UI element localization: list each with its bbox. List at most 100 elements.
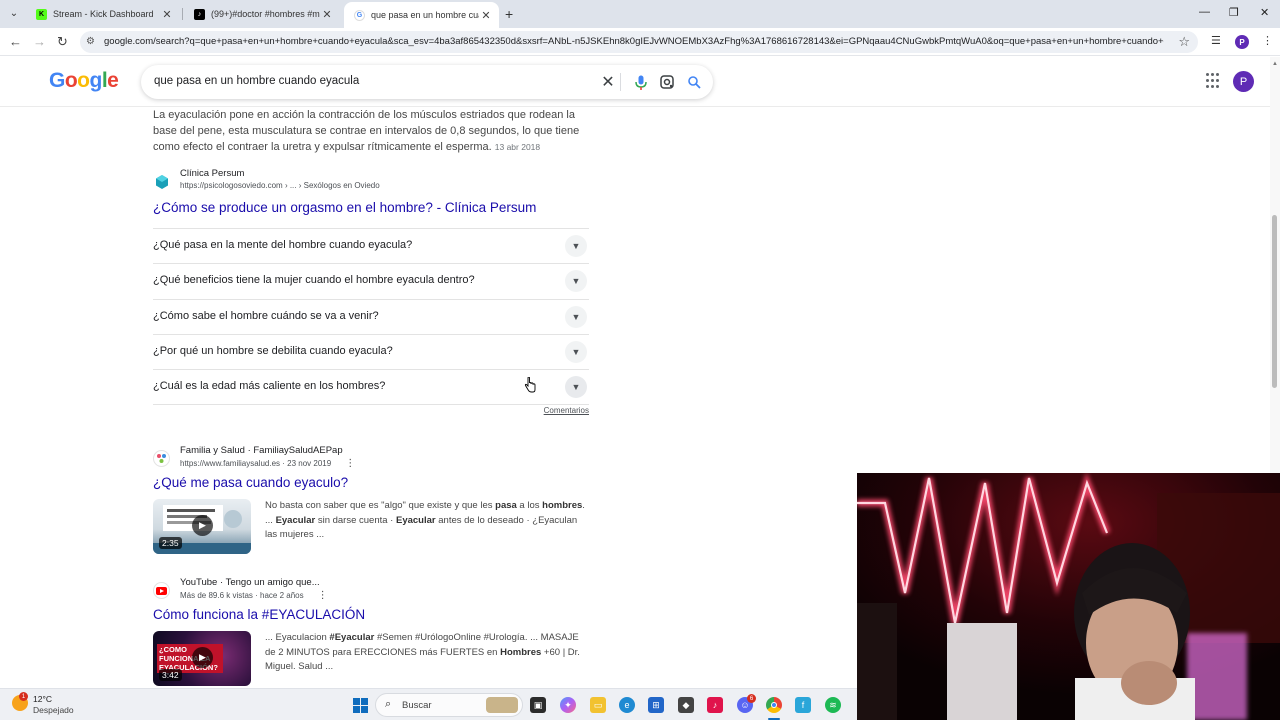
video-duration: 3:42 bbox=[159, 669, 182, 682]
scroll-up-arrow-icon[interactable]: ▲ bbox=[1272, 61, 1278, 67]
new-tab-plus-icon[interactable]: + bbox=[505, 6, 513, 22]
close-tab-icon[interactable]: ✕ bbox=[320, 8, 334, 21]
result-link[interactable]: Cómo funciona la #EYACULACIÓN bbox=[153, 606, 589, 624]
result-source[interactable]: Familia y Salud · FamiliaySaludAEPap htt… bbox=[153, 445, 589, 471]
google-apps-icon[interactable] bbox=[1206, 73, 1222, 89]
forward-arrow-icon[interactable]: → bbox=[33, 34, 46, 49]
reload-icon[interactable]: ↻ bbox=[57, 34, 68, 50]
site-info-icon[interactable]: ⚙ bbox=[86, 36, 95, 47]
more-options-icon[interactable]: ⋮ bbox=[318, 590, 328, 601]
browser-profile-avatar[interactable]: P bbox=[1235, 35, 1249, 49]
google-lens-icon[interactable] bbox=[657, 72, 677, 92]
paa-question[interactable]: ¿Qué beneficios tiene la mujer cuando el… bbox=[153, 264, 589, 300]
close-tab-icon[interactable]: ✕ bbox=[479, 9, 493, 22]
video-thumbnail[interactable]: ¿COMO FUNCIONA LA EYACULACIÓN? ▶ 3:42 bbox=[153, 631, 251, 687]
paa-question[interactable]: ¿Qué pasa en la mente del hombre cuando … bbox=[153, 229, 589, 265]
close-tab-icon[interactable]: ✕ bbox=[160, 8, 174, 21]
google-header: Google que pasa en un hombre cuando eyac… bbox=[0, 57, 1280, 107]
back-arrow-icon[interactable]: ← bbox=[9, 34, 22, 49]
weather-temperature: 12°C bbox=[33, 694, 52, 704]
paa-question[interactable]: ¿Cómo sabe el hombre cuándo se va a veni… bbox=[153, 300, 589, 335]
taskbar-search[interactable]: ⌕ Buscar bbox=[375, 693, 523, 717]
more-options-icon[interactable]: ⋮ bbox=[345, 458, 355, 469]
feedback-link[interactable]: Comentarios bbox=[153, 406, 589, 415]
tiktok-icon[interactable]: ♪ bbox=[707, 697, 723, 713]
result-source-url: https://www.familiaysalud.es · 23 nov 20… bbox=[180, 458, 355, 469]
taskbar-search-placeholder: Buscar bbox=[402, 700, 432, 711]
video-result: ▶ 2:35 No basta con saber que es "algo" … bbox=[153, 499, 589, 557]
task-view-icon[interactable]: ▣ bbox=[530, 697, 546, 713]
kick-icon: K bbox=[36, 8, 47, 20]
video-duration: 2:35 bbox=[159, 537, 182, 550]
minimize-icon[interactable]: — bbox=[1199, 6, 1210, 18]
paa-question-text: ¿Qué pasa en la mente del hombre cuando … bbox=[153, 239, 413, 251]
tab-google-search[interactable]: G que pasa en un hombre cuando ✕ bbox=[344, 2, 499, 28]
discord-badge: 6 bbox=[747, 694, 756, 703]
clear-search-icon[interactable]: ✕ bbox=[598, 72, 618, 92]
featured-snippet: La eyaculación pone en acción la contrac… bbox=[153, 107, 589, 155]
chrome-icon[interactable] bbox=[766, 697, 782, 713]
file-explorer-icon[interactable]: ▭ bbox=[590, 697, 606, 713]
url-text[interactable]: google.com/search?q=que+pasa+en+un+hombr… bbox=[104, 36, 1164, 47]
chevron-down-icon[interactable]: ▼ bbox=[565, 270, 587, 293]
result-source-name: YouTube · Tengo un amigo que... bbox=[180, 577, 320, 589]
chevron-down-icon[interactable]: ▼ bbox=[565, 376, 587, 399]
edge-icon[interactable]: e bbox=[619, 697, 635, 713]
search-icon[interactable] bbox=[684, 72, 704, 92]
familia-salud-favicon bbox=[153, 450, 170, 468]
result-snippet: No basta con saber que es "algo" que exi… bbox=[265, 500, 585, 541]
notification-badge: 1 bbox=[19, 692, 28, 701]
chevron-down-icon[interactable]: ▼ bbox=[565, 235, 587, 257]
search-box[interactable]: que pasa en un hombre cuando eyacula ✕ bbox=[141, 65, 713, 99]
bookmark-star-icon[interactable]: ☆ bbox=[1178, 34, 1190, 50]
result-source-url: Más de 89.6 k vistas · hace 2 años ⋮ bbox=[180, 590, 328, 601]
result-source[interactable]: YouTube · Tengo un amigo que... Más de 8… bbox=[153, 577, 589, 603]
webcam-overlay bbox=[857, 473, 1280, 720]
tab-title: que pasa en un hombre cuando bbox=[371, 10, 479, 20]
search-results: La eyaculación pone en acción la contrac… bbox=[153, 107, 589, 689]
featured-result-link[interactable]: ¿Cómo se produce un orgasmo en el hombre… bbox=[153, 199, 589, 217]
weather-condition: Despejado bbox=[33, 705, 74, 715]
result-source-name: Familia y Salud · FamiliaySaludAEPap bbox=[180, 445, 343, 457]
app-cube-icon[interactable]: ◆ bbox=[678, 697, 694, 713]
paa-question[interactable]: ¿Por qué un hombre se debilita cuando ey… bbox=[153, 335, 589, 371]
copilot-icon[interactable]: ✦ bbox=[560, 697, 576, 713]
address-bar[interactable]: ⚙ google.com/search?q=que+pasa+en+un+hom… bbox=[80, 31, 1198, 53]
browser-tab-strip: ⌄ K Stream - Kick Dashboard ✕ ♪ (99+)#do… bbox=[0, 0, 1280, 28]
reading-list-icon[interactable]: ☰ bbox=[1211, 34, 1221, 47]
browser-toolbar: ← → ↻ ⚙ google.com/search?q=que+pasa+en+… bbox=[0, 28, 1280, 56]
windows-taskbar: 1 12°C Despejado ⌕ Buscar ▣ ✦ ▭ e ⊞ ◆ ♪ … bbox=[0, 688, 857, 720]
paa-question-text: ¿Cómo sabe el hombre cuándo se va a veni… bbox=[153, 309, 379, 322]
tab-search-chevron-icon[interactable]: ⌄ bbox=[6, 5, 22, 21]
browser-menu-icon[interactable]: ⋮ bbox=[1262, 34, 1273, 47]
app-f-icon[interactable]: f bbox=[795, 697, 811, 713]
tab-title: (99+)#doctor #hombres #mujer bbox=[211, 9, 320, 19]
restore-icon[interactable]: ❐ bbox=[1229, 6, 1239, 19]
chevron-down-icon[interactable]: ▼ bbox=[565, 340, 587, 363]
spotify-icon[interactable]: ≋ bbox=[825, 697, 841, 713]
google-logo[interactable]: Google bbox=[49, 69, 119, 93]
paa-question-text: ¿Por qué un hombre se debilita cuando ey… bbox=[153, 344, 393, 357]
clinica-persum-favicon bbox=[153, 173, 170, 190]
microsoft-store-icon[interactable]: ⊞ bbox=[648, 697, 664, 713]
tab-tiktok[interactable]: ♪ (99+)#doctor #hombres #mujer ✕ bbox=[184, 2, 340, 26]
search-input[interactable]: que pasa en un hombre cuando eyacula bbox=[154, 75, 359, 87]
search-highlight-image bbox=[486, 697, 518, 713]
video-thumbnail[interactable]: ▶ 2:35 bbox=[153, 499, 251, 555]
featured-snippet-date: 13 abr 2018 bbox=[494, 142, 541, 152]
close-window-icon[interactable]: ✕ bbox=[1260, 6, 1269, 19]
tab-kick-dashboard[interactable]: K Stream - Kick Dashboard ✕ bbox=[26, 2, 180, 26]
chevron-down-icon[interactable]: ▼ bbox=[565, 305, 587, 328]
search-icon: ⌕ bbox=[385, 698, 392, 710]
video-result: ¿COMO FUNCIONA LA EYACULACIÓN? ▶ 3:42 ..… bbox=[153, 631, 589, 689]
windows-start-icon[interactable] bbox=[352, 697, 368, 713]
google-icon: G bbox=[354, 9, 365, 21]
featured-source[interactable]: Clínica Persum https://psicologosoviedo.… bbox=[153, 168, 589, 194]
result-link[interactable]: ¿Qué me pasa cuando eyaculo? bbox=[153, 474, 589, 492]
featured-source-url: https://psicologosoviedo.com › ... › Sex… bbox=[180, 181, 380, 190]
paa-question-text: ¿Cuál es la edad más caliente en los hom… bbox=[153, 380, 386, 393]
webcam-feed-image bbox=[857, 473, 1280, 720]
microphone-icon[interactable] bbox=[631, 72, 651, 92]
scrollbar-thumb[interactable] bbox=[1272, 215, 1277, 388]
google-account-avatar[interactable]: P bbox=[1233, 71, 1254, 92]
